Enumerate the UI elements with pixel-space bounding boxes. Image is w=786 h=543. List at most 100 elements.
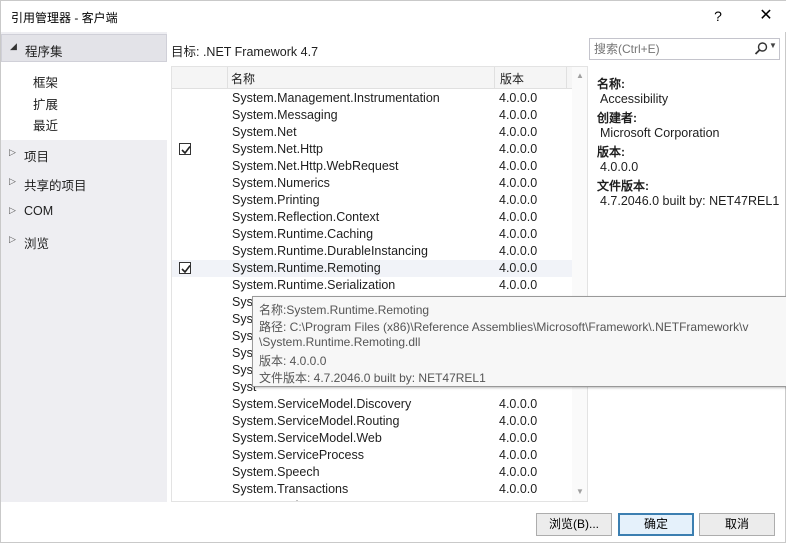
row-version: 4.0.0.0 (499, 465, 538, 479)
tooltip-line: 路径: C:\Program Files (x86)\Reference Ass… (259, 320, 749, 334)
collapsed-triangle-icon: ▷ (9, 147, 16, 157)
collapsed-triangle-icon: ▷ (9, 205, 16, 215)
scroll-thumb[interactable] (574, 85, 586, 295)
table-row[interactable]: System.ServiceModel.Discovery 4.0.0.0 (172, 396, 572, 413)
row-name: System.Runtime.DurableInstancing (232, 244, 428, 258)
detail-version-label: 版本: (597, 145, 625, 159)
row-name: System.Runtime.Remoting (232, 261, 381, 275)
row-name: System.Messaging (232, 108, 338, 122)
nav-item-assemblies[interactable]: ◢ 程序集 (1, 34, 167, 62)
cancel-button[interactable]: 取消 (699, 513, 775, 536)
nav-item-label: 共享的项目 (24, 179, 87, 193)
expanded-triangle-icon: ◢ (10, 41, 17, 51)
row-name: System.ServiceProcess (232, 448, 364, 462)
table-row[interactable]: System.Runtime.Serialization 4.0.0.0 (172, 277, 572, 294)
row-name: System.Runtime.Caching (232, 227, 374, 241)
table-row[interactable]: System.Runtime.Caching 4.0.0.0 (172, 226, 572, 243)
subnav-item-framework[interactable]: 框架 (33, 72, 58, 91)
row-version: 4.0.0.0 (499, 261, 538, 275)
detail-creator-label: 创建者: (597, 111, 637, 125)
column-divider[interactable] (494, 67, 495, 89)
list-header: 名称 版本 ▲ (172, 67, 584, 89)
column-divider[interactable] (566, 67, 567, 89)
row-name: System.Management.Instrumentation (232, 91, 440, 105)
help-button[interactable]: ? (701, 3, 735, 29)
table-row[interactable]: System.Runtime.Remoting 4.0.0.0 (172, 260, 572, 277)
table-row[interactable]: System.Web 4.0.0.0 (172, 498, 572, 501)
table-row[interactable]: System.Speech 4.0.0.0 (172, 464, 572, 481)
scroll-up-icon[interactable]: ▲ (576, 71, 584, 80)
row-version: 4.0.0.0 (499, 448, 538, 462)
table-row[interactable]: System.Numerics 4.0.0.0 (172, 175, 572, 192)
subnav-item-recent[interactable]: 最近 (33, 115, 58, 134)
target-framework-label: 目标: .NET Framework 4.7 (171, 45, 319, 59)
detail-name-label: 名称: (597, 77, 625, 91)
search-icon[interactable] (753, 40, 769, 58)
subnav-item-extensions[interactable]: 扩展 (33, 94, 58, 113)
nav-item-projects[interactable]: ▷ 项目 (1, 142, 167, 166)
ok-button[interactable]: 确定 (618, 513, 694, 536)
column-divider[interactable] (227, 67, 228, 89)
nav-item-label: 项目 (24, 150, 50, 164)
table-row[interactable]: System.Net 4.0.0.0 (172, 124, 572, 141)
column-header-name[interactable]: 名称 (231, 70, 255, 87)
row-version: 4.0.0.0 (499, 159, 538, 173)
table-row[interactable]: System.Net.Http.WebRequest 4.0.0.0 (172, 158, 572, 175)
detail-name-value: Accessibility (600, 92, 669, 106)
table-row[interactable]: System.ServiceModel.Web 4.0.0.0 (172, 430, 572, 447)
row-name: System.Reflection.Context (232, 210, 380, 224)
detail-file-version-value: 4.7.2046.0 built by: NET47REL1 (600, 194, 780, 208)
table-row[interactable]: System.Runtime.DurableInstancing 4.0.0.0 (172, 243, 572, 260)
row-version: 4.0.0.0 (499, 482, 538, 496)
scroll-down-icon[interactable]: ▼ (576, 487, 584, 496)
detail-creator-value: Microsoft Corporation (600, 126, 720, 140)
row-name: System.Net.Http (232, 142, 323, 156)
table-row[interactable]: System.Messaging 4.0.0.0 (172, 107, 572, 124)
vertical-scrollbar[interactable]: ▲ ▼ (572, 67, 587, 501)
nav-item-com[interactable]: ▷ COM (1, 200, 167, 224)
table-row[interactable]: System.Net.Http 4.0.0.0 (172, 141, 572, 158)
close-button[interactable]: ✕ (749, 3, 783, 29)
title-bar: 引用管理器 - 客户端 ? ✕ (1, 1, 786, 32)
row-name: System.ServiceModel.Routing (232, 414, 400, 428)
row-name: System.Printing (232, 193, 320, 207)
column-header-version[interactable]: 版本 (500, 70, 524, 87)
row-version: 4.0.0.0 (499, 499, 537, 501)
row-version: 4.0.0.0 (499, 193, 538, 207)
table-row[interactable]: System.ServiceProcess 4.0.0.0 (172, 447, 572, 464)
table-row[interactable]: System.Printing 4.0.0.0 (172, 192, 572, 209)
collapsed-triangle-icon: ▷ (9, 176, 16, 186)
table-row[interactable]: System.ServiceModel.Routing 4.0.0.0 (172, 413, 572, 430)
row-name: System.Speech (232, 465, 320, 479)
tooltip-line: 名称:System.Runtime.Remoting (259, 303, 430, 317)
chevron-down-icon[interactable]: ▼ (769, 41, 777, 50)
checkbox-checked[interactable] (179, 143, 191, 155)
tooltip-line: 版本: 4.0.0.0 (259, 354, 327, 368)
row-version: 4.0.0.0 (499, 397, 538, 411)
row-version: 4.0.0.0 (499, 278, 538, 292)
browse-button[interactable]: 浏览(B)... (536, 513, 612, 536)
row-name: System.Net.Http.WebRequest (232, 159, 399, 173)
row-name: System.ServiceModel.Discovery (232, 397, 412, 411)
checkbox-checked[interactable] (179, 262, 191, 274)
search-input[interactable] (594, 41, 744, 57)
row-version: 4.0.0.0 (499, 125, 538, 139)
row-version: 4.0.0.0 (499, 227, 538, 241)
search-box[interactable]: ▼ (589, 38, 780, 60)
row-version: 4.0.0.0 (499, 414, 538, 428)
row-version: 4.0.0.0 (499, 210, 538, 224)
row-name: System.Transactions (232, 482, 349, 496)
nav-item-shared-projects[interactable]: ▷ 共享的项目 (1, 171, 167, 195)
assembly-tooltip: 名称:System.Runtime.Remoting 路径: C:\Progra… (252, 296, 786, 387)
tooltip-line: 文件版本: 4.7.2046.0 built by: NET47REL1 (259, 371, 486, 385)
tooltip-line: \System.Runtime.Remoting.dll (259, 335, 421, 349)
table-row[interactable]: System.Reflection.Context 4.0.0.0 (172, 209, 572, 226)
row-name: System.Numerics (232, 176, 330, 190)
row-version: 4.0.0.0 (499, 176, 538, 190)
row-version: 4.0.0.0 (499, 142, 538, 156)
nav-item-browse[interactable]: ▷ 浏览 (1, 229, 167, 253)
detail-file-version-label: 文件版本: (597, 179, 649, 193)
table-row[interactable]: System.Management.Instrumentation 4.0.0.0 (172, 90, 572, 107)
table-row[interactable]: System.Transactions 4.0.0.0 (172, 481, 572, 498)
row-name: System.Runtime.Serialization (232, 278, 396, 292)
